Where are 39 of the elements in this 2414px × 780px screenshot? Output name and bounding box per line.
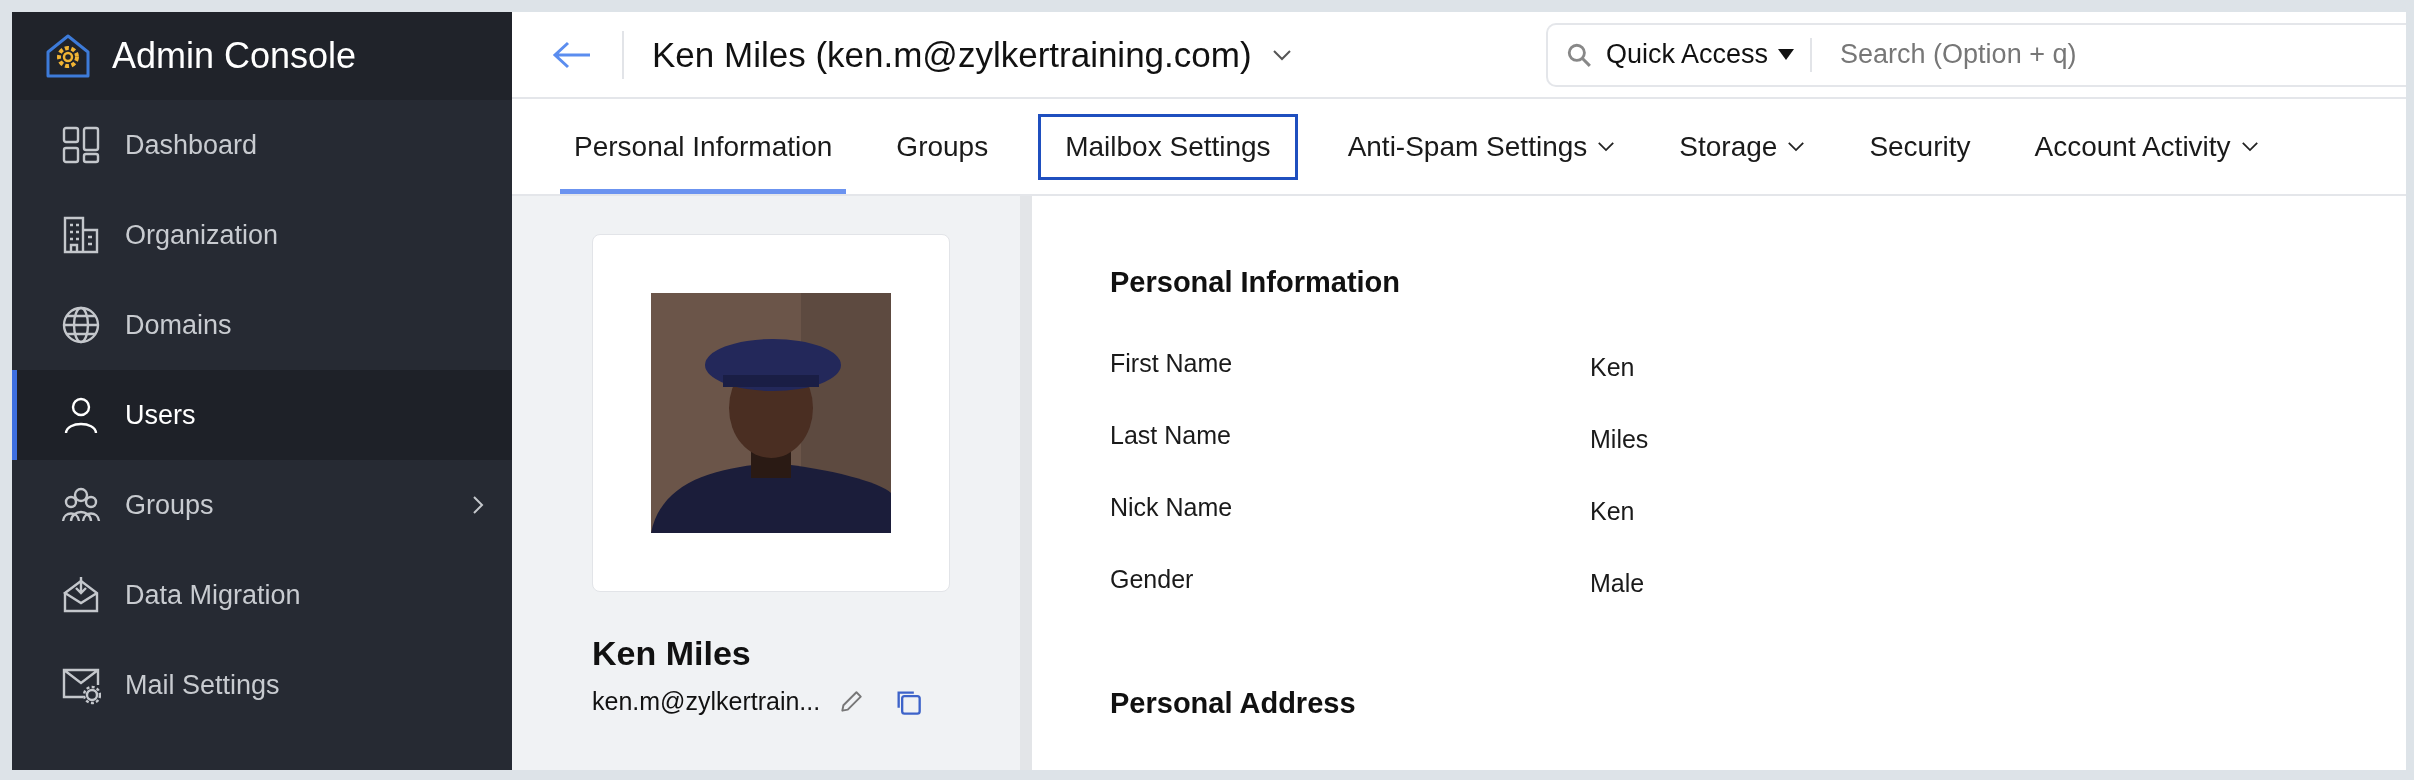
- building-icon: [61, 215, 101, 255]
- tab[interactable]: Security: [1855, 99, 1985, 194]
- field-value: Ken: [1590, 352, 1635, 382]
- quick-access-dropdown[interactable]: Quick Access: [1606, 39, 1795, 71]
- sidebar-item[interactable]: Data Migration: [12, 550, 512, 640]
- search-bar[interactable]: Quick Access Search (Option + q): [1546, 22, 2406, 87]
- sidebar-item[interactable]: Mail Settings: [12, 640, 512, 730]
- field-label: Last Name: [1110, 421, 1232, 450]
- globe-icon: [61, 305, 101, 345]
- field-label: First Name: [1110, 349, 1234, 378]
- field-label: Gender: [1110, 565, 1195, 594]
- tab[interactable]: Anti-Spam Settings: [1333, 99, 1630, 194]
- tab[interactable]: Groups: [882, 99, 1003, 194]
- tab[interactable]: Mailbox Settings: [1038, 113, 1298, 180]
- tab[interactable]: Storage: [1665, 99, 1820, 194]
- sidebar-item[interactable]: Organization: [12, 190, 512, 280]
- sidebar-item[interactable]: Users: [12, 370, 512, 460]
- admin-gear-icon: [44, 32, 92, 80]
- caret-down-icon: [1778, 48, 1795, 61]
- section-heading: Personal Address: [1110, 687, 1357, 720]
- migration-icon: [61, 575, 101, 615]
- tab[interactable]: Account Activity: [2020, 99, 2273, 194]
- chevron-down-icon: [1271, 48, 1292, 61]
- field-label: Nick Name: [1110, 493, 1234, 522]
- user-name: Ken Miles: [592, 634, 752, 673]
- app-title: Admin Console: [112, 35, 357, 77]
- section-heading: Personal Information: [1110, 266, 1402, 299]
- search-icon: [1566, 41, 1592, 68]
- field-value: Ken: [1590, 496, 1635, 526]
- sidebar-item[interactable]: Dashboard: [12, 100, 512, 190]
- field-value: Male: [1590, 568, 1645, 598]
- user-dropdown[interactable]: Ken Miles (ken.m@zylkertraining.com): [652, 34, 1546, 75]
- back-arrow-icon[interactable]: [552, 39, 592, 70]
- field-value: Miles: [1590, 424, 1649, 454]
- sidebar-item[interactable]: Groups: [12, 460, 512, 550]
- sidebar-item[interactable]: Domains: [12, 280, 512, 370]
- edit-icon[interactable]: [838, 688, 865, 715]
- user-email: ken.m@zylkertrain...: [592, 687, 821, 716]
- dashboard-icon: [61, 125, 101, 165]
